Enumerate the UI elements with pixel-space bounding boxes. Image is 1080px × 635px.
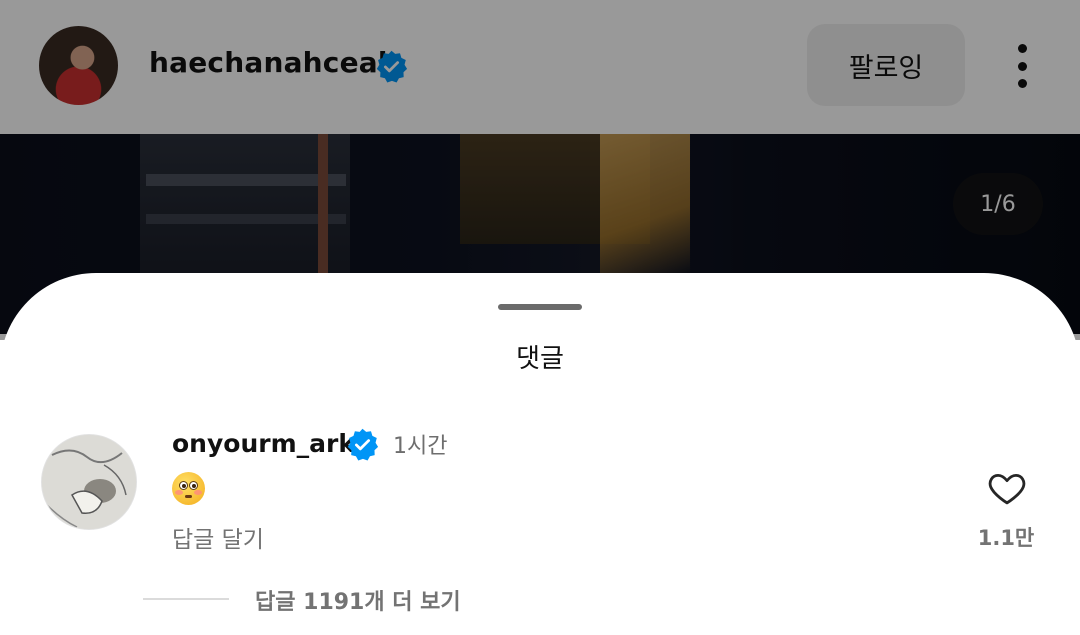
commenter-username[interactable]: onyourm_ark [172, 429, 355, 458]
reply-button[interactable]: 답글 달기 [172, 520, 264, 554]
commenter-avatar[interactable] [41, 434, 137, 530]
sheet-title: 댓글 [516, 344, 564, 374]
like-count: 1.1만 [977, 526, 1035, 550]
verified-badge-icon [345, 427, 380, 462]
drag-handle[interactable] [498, 304, 582, 310]
flushed-face-emoji-icon [172, 472, 205, 505]
comment-timestamp: 1시간 [393, 434, 448, 459]
replies-divider [143, 598, 229, 600]
comment-text [172, 472, 205, 513]
comments-sheet: 댓글 onyourm_ark 1시간 답글 달기 1.1만 답글 1191개 더… [0, 273, 1080, 635]
heart-icon[interactable] [986, 467, 1028, 509]
view-replies-button[interactable]: 답글 1191개 더 보기 [255, 584, 461, 616]
